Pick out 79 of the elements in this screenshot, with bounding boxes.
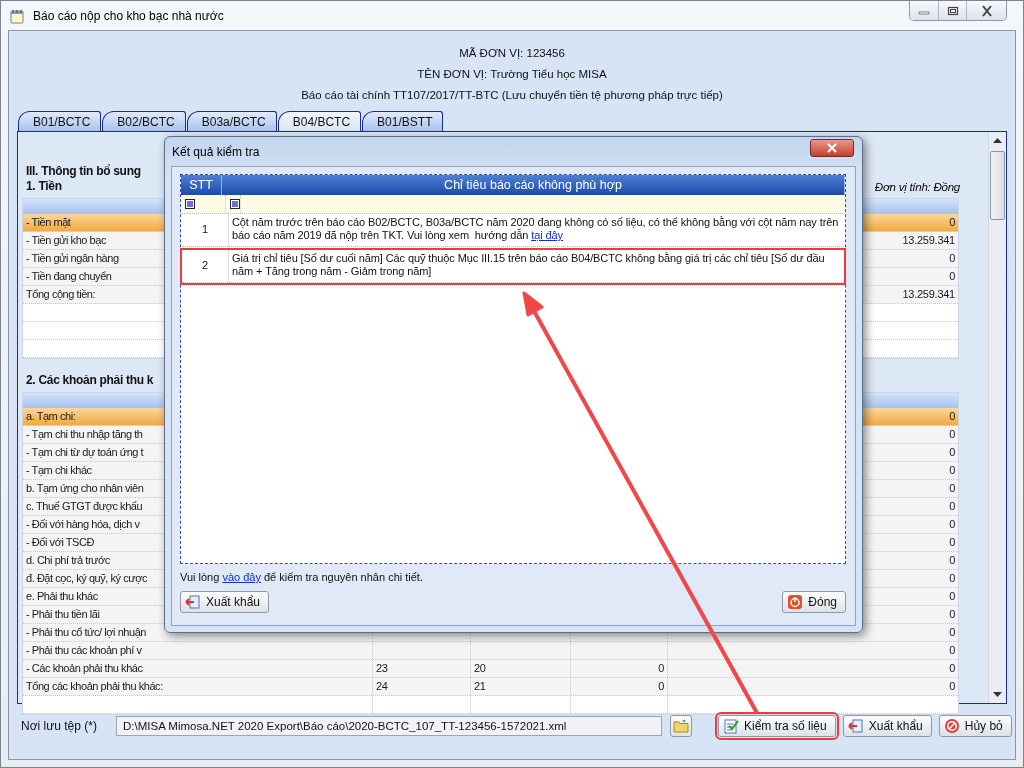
notepad-icon <box>9 7 25 24</box>
table-cell-text: 24 <box>376 679 388 694</box>
vertical-scrollbar[interactable] <box>988 132 1006 703</box>
export-button[interactable]: Xuất khẩu <box>842 715 932 737</box>
table-cell-text: 0 <box>949 251 955 266</box>
dialog-title: Kết quả kiểm tra <box>172 144 260 159</box>
group-title: 1. Tiền <box>25 179 62 193</box>
group-title: 2. Các khoản phải thu k <box>25 373 154 387</box>
filter-icon[interactable] <box>230 199 240 209</box>
table-row[interactable]: - Phải thu các khoản phí v 0 <box>23 642 958 660</box>
scroll-up-icon[interactable] <box>993 137 1002 143</box>
help-link[interactable]: tại đây <box>531 229 563 241</box>
table-cell-text: 0 <box>949 445 955 460</box>
table-cell-text: 0 <box>949 625 955 640</box>
power-icon <box>787 594 804 610</box>
unit-name: TÊN ĐƠN VỊ: Trường Tiểu học MISA <box>417 67 607 81</box>
filter-icon[interactable] <box>185 199 195 209</box>
table-cell-text: 0 <box>949 463 955 478</box>
table-cell-text: 13.259.341 <box>902 233 955 248</box>
result-row[interactable]: 2 Giá trị chỉ tiêu [Số dư cuối năm] Các quỹ thuộc Mục III.15 trên báo cáo B04/BCTC không bằng giá trị các chỉ tiêu [Số dư đầu năm + Tăng trong năm - Giảm trong năm] <box>182 250 844 283</box>
table-cell-text: 0 <box>949 607 955 622</box>
table-cell-text: 0 <box>658 679 664 694</box>
detail-link[interactable]: vào đây <box>222 571 261 583</box>
table-cell-text: 0 <box>949 535 955 550</box>
result-row[interactable]: 1 Cột năm trước trên báo cáo B02/BCTC, B03a/BCTC năm 2020 đang không có số liệu, có thể không bằng với cột năm nay trên báo cáo năm 2019 đã nộp trên TKT. Vui lòng xem hướng dẫn tại đây <box>182 214 844 247</box>
report-tab[interactable]: B01/BSTT <box>362 111 444 131</box>
check-data-button[interactable]: Kiểm tra số liệu <box>718 715 836 737</box>
table-cell-text: 0 <box>658 661 664 676</box>
table-cell-text: 0 <box>949 427 955 442</box>
table-cell: - Phải thu các khoản phí v <box>23 642 373 659</box>
report-tab[interactable]: B04/BCTC <box>277 111 362 131</box>
close-icon <box>826 143 838 153</box>
table-cell-text: 21 <box>474 679 486 694</box>
maximize-icon <box>946 5 959 16</box>
table-cell-text: 0 <box>949 589 955 604</box>
close-icon <box>979 4 994 17</box>
table-cell: 1 <box>182 214 229 246</box>
report-tab[interactable]: B02/BCTC <box>102 111 186 131</box>
cancel-button[interactable]: Hủy bỏ <box>938 715 1012 737</box>
close-button[interactable] <box>966 1 1006 20</box>
unit-code: MÃ ĐƠN VỊ: 123456 <box>459 46 565 60</box>
table-cell-text: 0 <box>949 517 955 532</box>
table-cell-text: 0 <box>949 679 955 694</box>
report-name: Báo cáo tài chính TT107/2017/TT-BTC (Lưu chuyển tiền tệ phương pháp trực tiếp) <box>301 88 723 102</box>
table-cell-text: 0 <box>949 215 955 230</box>
table-cell-text: 0 <box>949 571 955 586</box>
export-icon <box>847 718 864 734</box>
cancel-icon <box>943 718 960 734</box>
table-cell-text: 0 <box>949 643 955 658</box>
table-cell: 2 <box>182 250 229 282</box>
path-label: Nơi lưu tệp (*) <box>21 719 98 733</box>
path-field[interactable]: D:\MISA Mimosa.NET 2020 Export\Báo cáo\2020-BCTC_107_TT-123456-1572021.xml <box>116 716 662 736</box>
table-cell: - Các khoản phải thu khác <box>23 660 373 677</box>
close-dialog-button[interactable]: Đóng <box>782 591 846 613</box>
table-cell-text: 0 <box>949 481 955 496</box>
section-title: III. Thông tin bổ sung <box>25 163 142 179</box>
scroll-thumb[interactable] <box>990 151 1005 220</box>
currency-unit: Đơn vị tính: Đồng <box>874 181 960 193</box>
table-cell-text: 0 <box>949 661 955 676</box>
report-tab[interactable]: B03a/BCTC <box>186 111 277 131</box>
table-cell-text: 23 <box>376 661 388 676</box>
table-cell-text: 20 <box>474 661 486 676</box>
browse-button[interactable] <box>670 715 692 737</box>
window-title: Báo cáo nộp cho kho bạc nhà nước <box>33 8 224 23</box>
export-button[interactable]: Xuất khẩu <box>180 591 270 613</box>
table-cell: Tổng các khoản phải thu khác: <box>23 678 373 695</box>
export-icon <box>185 594 201 610</box>
table-cell-text: 13.259.341 <box>902 287 955 302</box>
table-cell-text: 0 <box>949 269 955 284</box>
maximize-button[interactable] <box>938 1 966 20</box>
table-cell-text: 0 <box>949 409 955 424</box>
scroll-down-icon[interactable] <box>993 692 1002 698</box>
report-tab[interactable]: B01/BCTC <box>18 111 102 131</box>
checklist-icon <box>723 718 739 734</box>
table-row[interactable]: Tổng các khoản phải thu khác: 24 21 0 0 <box>23 678 958 696</box>
table-row[interactable]: - Các khoản phải thu khác 23 20 0 0 <box>23 660 958 678</box>
table-cell-text: 0 <box>949 499 955 514</box>
close-button[interactable] <box>810 139 854 157</box>
table-cell-text: 0 <box>949 553 955 568</box>
